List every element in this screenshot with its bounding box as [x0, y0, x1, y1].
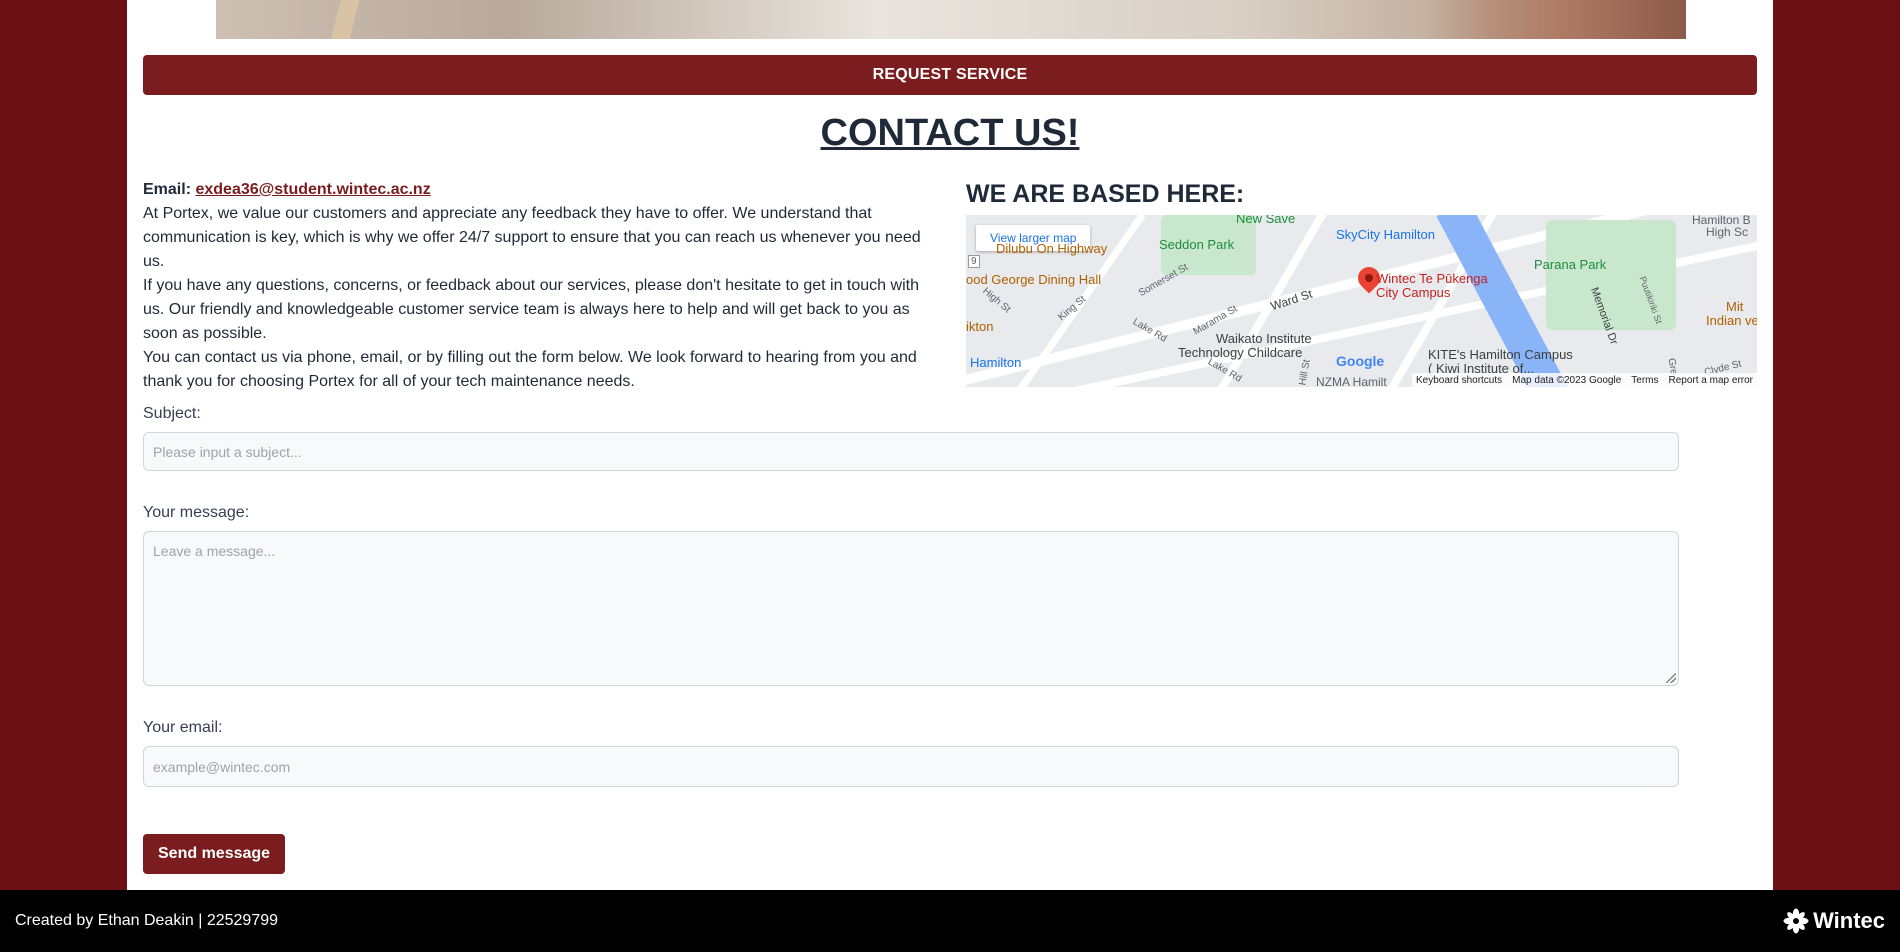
map-place: Indian veg — [1706, 313, 1757, 328]
map-place: Hamilton — [970, 355, 1022, 370]
map-street: Hill St — [1297, 358, 1313, 387]
page-container: REQUEST SERVICE CONTACT US! Email: exdea… — [127, 0, 1773, 890]
email-input-label: Your email: — [143, 719, 223, 736]
contact-form: Subject: Please input a subject... Your … — [143, 405, 1679, 787]
contact-paragraph-2: If you have any questions, concerns, or … — [143, 277, 919, 342]
map-place: Mit — [1726, 299, 1744, 314]
contact-paragraph-3: You can contact us via phone, email, or … — [143, 349, 917, 390]
contact-paragraph-1: At Portex, we value our customers and ap… — [143, 205, 921, 270]
map-place: KITE's Hamilton Campus — [1428, 347, 1573, 362]
footer-brand[interactable]: Wintec — [1783, 908, 1885, 934]
email-placeholder: example@wintec.com — [153, 758, 291, 775]
message-label: Your message: — [143, 504, 250, 521]
email-label: Email: — [143, 181, 192, 198]
message-placeholder: Leave a message... — [153, 543, 276, 559]
email-link[interactable]: exdea36@student.wintec.ac.nz — [195, 181, 430, 198]
map-place: New Save — [1236, 215, 1296, 226]
pin-label-2: City Campus — [1376, 285, 1451, 300]
embedded-map[interactable]: View larger map Wintec Te Pūkenga City C… — [966, 215, 1757, 387]
send-message-button[interactable]: Send message — [143, 834, 286, 874]
site-footer: Created by Ethan Deakin | 22529799 Winte… — [0, 890, 1900, 952]
subject-label: Subject: — [143, 405, 201, 422]
map-place: Seddon Park — [1159, 237, 1235, 252]
contact-info: Email: exdea36@student.wintec.ac.nz At P… — [143, 178, 935, 394]
pin-label-1: Wintec Te Pūkenga — [1376, 271, 1488, 286]
map-footer: Keyboard shortcuts Map data ©2023 Google… — [1411, 373, 1757, 387]
footer-brand-name: Wintec — [1813, 908, 1885, 933]
page-title: CONTACT US! — [820, 112, 1080, 154]
google-logo: Google — [1336, 353, 1385, 369]
map-place: Waikato Institute — [1216, 331, 1312, 346]
email-line: Email: exdea36@student.wintec.ac.nz — [143, 178, 935, 202]
map-place: NZMA Hamilt — [1316, 375, 1387, 387]
footer-credit: Created by Ethan Deakin | 22529799 — [15, 912, 279, 929]
map-place: ikton — [966, 319, 994, 334]
map-place: ood George Dining Hall — [966, 272, 1102, 287]
location-title: WE ARE BASED HERE: — [966, 180, 1245, 208]
map-terms-link[interactable]: Terms — [1631, 375, 1658, 386]
map-place: Dilubu On Highway — [996, 241, 1108, 256]
subject-input[interactable]: Please input a subject... — [143, 432, 1679, 471]
map-place: SkyCity Hamilton — [1336, 227, 1435, 242]
email-input[interactable]: example@wintec.com — [143, 746, 1679, 787]
map-data-credit: Map data ©2023 Google — [1512, 374, 1622, 386]
map-street: 9 — [968, 255, 980, 268]
map-street: High St — [980, 285, 1013, 316]
message-textarea[interactable]: Leave a message... — [143, 531, 1679, 686]
request-service-button[interactable]: REQUEST SERVICE — [143, 55, 1757, 95]
wintec-flower-icon — [1783, 908, 1809, 934]
map-place: High Sc — [1706, 225, 1749, 239]
map-report-error-link[interactable]: Report a map error — [1669, 375, 1753, 386]
subject-placeholder: Please input a subject... — [153, 443, 302, 460]
map-place: Technology Childcare — [1178, 345, 1303, 360]
map-keyboard-shortcuts[interactable]: Keyboard shortcuts — [1416, 375, 1502, 386]
map-place: Parana Park — [1534, 257, 1607, 272]
hero-image — [216, 0, 1686, 39]
